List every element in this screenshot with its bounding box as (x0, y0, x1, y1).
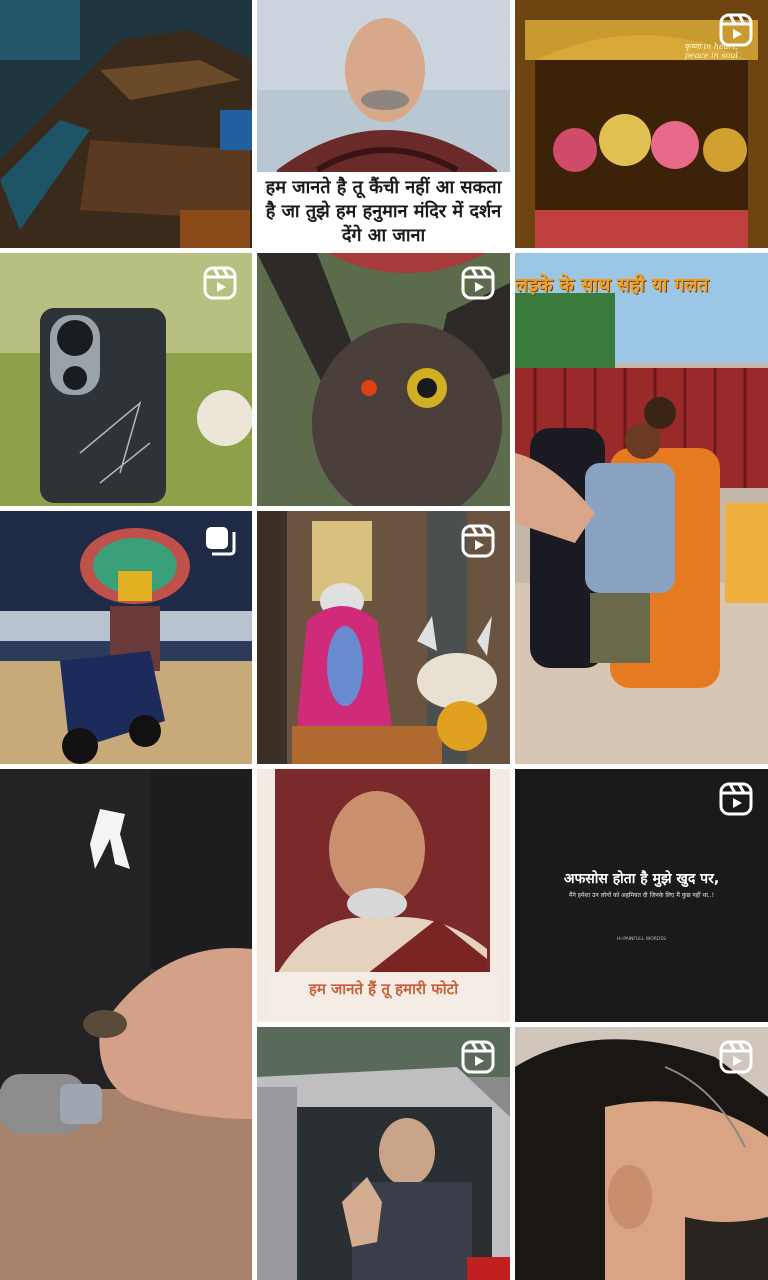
post-tile-phone[interactable] (0, 253, 252, 506)
post-tile-saint-quote[interactable]: हम जानते है तू कैंची नहीं आ सकता है जा त… (257, 0, 510, 248)
post-tile-temple[interactable]: कृष्णा in heart, peace in soul (515, 0, 768, 248)
reel-icon (202, 265, 238, 301)
quote-watermark: Hi-PAINFULL WORDSS (616, 937, 667, 942)
post-tile-boat[interactable] (0, 0, 252, 248)
profile-posts-grid: हम जानते है तू कैंची नहीं आ सकता है जा त… (0, 0, 768, 1280)
reel-icon (718, 781, 754, 817)
post-tile-bull[interactable] (257, 253, 510, 506)
post-tile-crowd[interactable]: लड़के के साथ सही या गलत (515, 253, 768, 764)
caption-line-1: हम जानते है तू कैंची नहीं आ सकता (265, 177, 502, 198)
post-tile-shrine[interactable] (257, 511, 510, 764)
post-tile-insect[interactable] (0, 769, 252, 1280)
carousel-icon (202, 523, 238, 559)
hand-insect-scene (0, 769, 252, 1280)
post-tile-performer[interactable] (0, 511, 252, 764)
saint-caption: हम जानते है तू कैंची नहीं आ सकता है जा त… (257, 172, 510, 248)
post-tile-quote[interactable]: अफसोस होता है मुझे खुद पर, मैंने हमेशा उ… (515, 769, 768, 1022)
crowd-scene (515, 253, 768, 764)
quote-sub-text: मैंने हमेशा उन लोगों को अहमियत दी जिनके … (568, 892, 715, 899)
reel-icon (460, 1039, 496, 1075)
crowd-banner-text: लड़के के साथ सही या गलत (515, 274, 709, 296)
reel-icon (718, 1039, 754, 1075)
post-tile-haircut[interactable] (515, 1027, 768, 1280)
boat-photo (0, 0, 252, 248)
quote-main-text: अफसोस होता है मुझे खुद पर, (563, 871, 720, 887)
reel-icon (460, 265, 496, 301)
reel-icon (460, 523, 496, 559)
smiling-saint-caption: हम जानते हैं तू हमारी फोटो (267, 972, 500, 1022)
post-tile-smiling-saint[interactable]: हम जानते हैं तू हमारी फोटो (257, 769, 510, 1022)
post-tile-car-wave[interactable] (257, 1027, 510, 1280)
caption-line-3: देंगे आ जाना (341, 225, 426, 246)
reel-icon (718, 12, 754, 48)
caption-line-2: है जा तुझे हम हनुमान मंदिर में दर्शन (265, 201, 502, 222)
